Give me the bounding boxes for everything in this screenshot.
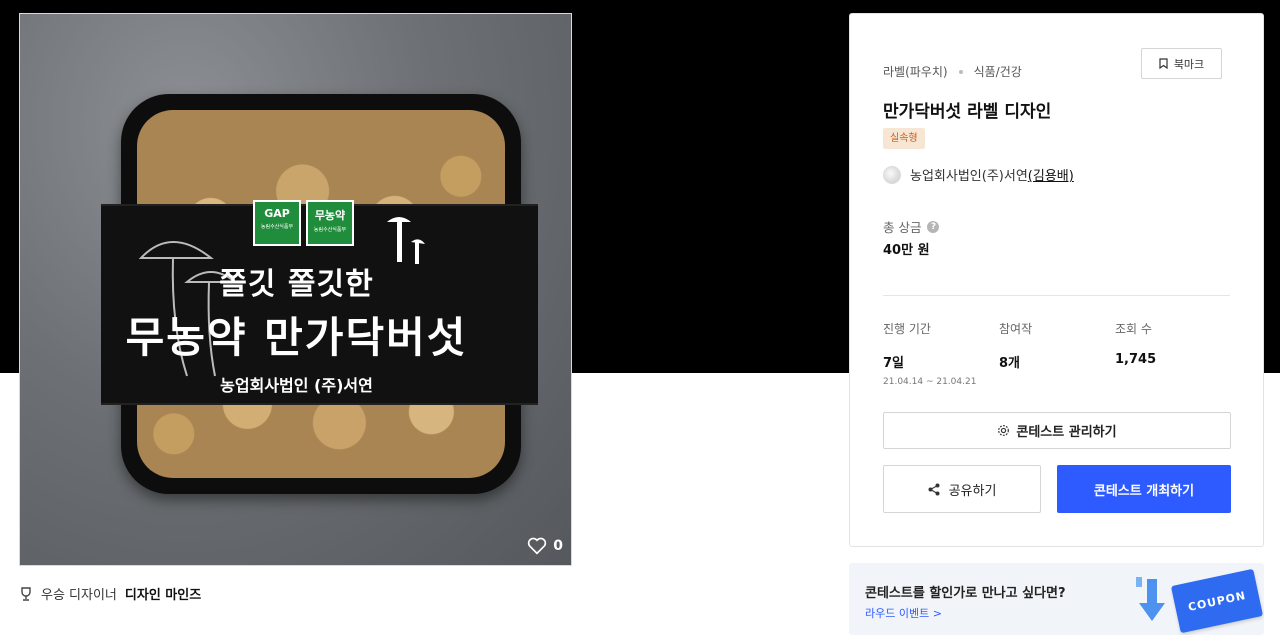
host-info: 농업회사법인(주)서연(김용배) bbox=[883, 165, 1074, 184]
share-icon bbox=[928, 483, 940, 495]
prize-label: 총 상금 ? bbox=[883, 217, 940, 236]
like-count: 0 bbox=[553, 538, 563, 554]
package-product-name: 무농약 만가닥버섯 bbox=[125, 313, 468, 362]
coupon-icon: COUPON bbox=[1170, 568, 1264, 634]
stat-views: 조회 수 1,745 bbox=[1115, 322, 1157, 367]
breadcrumb: 라벨(파우치) 식품/건강 bbox=[883, 63, 1022, 80]
organic-badge: 무농약 농림수산식품부 bbox=[306, 200, 354, 246]
down-arrow-icon bbox=[1136, 577, 1165, 621]
manage-contest-button[interactable]: 콘테스트 관리하기 bbox=[883, 412, 1231, 449]
help-icon[interactable]: ? bbox=[927, 220, 940, 233]
heart-icon bbox=[528, 537, 547, 555]
share-button[interactable]: 공유하기 bbox=[883, 465, 1041, 513]
host-company: 농업회사법인(주)서연(김용배) bbox=[910, 169, 1074, 184]
like-button[interactable]: 0 bbox=[527, 537, 563, 555]
category-link[interactable]: 라벨(파우치) bbox=[883, 63, 948, 80]
package-tagline: 쫄깃 쫄깃한 bbox=[219, 267, 374, 302]
prize-value: 40만 원 bbox=[883, 243, 930, 258]
stat-entries: 참여작 8개 bbox=[999, 322, 1033, 371]
contest-info-panel: 라벨(파우치) 식품/건강 북마크 만가닥버섯 라벨 디자인 실속형 농업회사법… bbox=[849, 13, 1264, 547]
bookmark-icon bbox=[1159, 58, 1168, 69]
promo-title: 콘테스트를 할인가로 만나고 싶다면? bbox=[865, 586, 1066, 601]
plan-tag: 실속형 bbox=[883, 128, 925, 149]
gear-icon bbox=[998, 425, 1010, 436]
divider bbox=[883, 295, 1230, 296]
product-image[interactable]: GAP 농림수산식품부 무농약 농림수산식품부 쫄깃 쫄깃한 무농약 만가닥버섯… bbox=[19, 13, 572, 566]
designer-name[interactable]: 디자인 마인즈 bbox=[125, 584, 201, 603]
subcategory-link[interactable]: 식품/건강 bbox=[974, 63, 1022, 80]
gap-badge: GAP 농림수산식품부 bbox=[253, 200, 301, 246]
coupon-promo-banner[interactable]: 콘테스트를 할인가로 만나고 싶다면? 라우드 이벤트 > COUPON bbox=[849, 563, 1264, 635]
avatar bbox=[883, 165, 901, 184]
host-user-link[interactable]: (김용배) bbox=[1028, 169, 1074, 184]
trophy-icon bbox=[21, 586, 31, 601]
host-contest-button[interactable]: 콘테스트 개최하기 bbox=[1057, 465, 1231, 513]
contest-title: 만가닥버섯 라벨 디자인 bbox=[883, 102, 1052, 122]
package-brand: 농업회사법인 (주)서연 bbox=[220, 376, 373, 395]
winner-designer: 우승 디자이너 디자인 마인즈 bbox=[19, 584, 201, 603]
bookmark-button[interactable]: 북마크 bbox=[1141, 48, 1222, 79]
promo-link[interactable]: 라우드 이벤트 > bbox=[865, 605, 942, 621]
stat-period: 진행 기간 7일 21.04.14 ~ 21.04.21 bbox=[883, 322, 977, 387]
